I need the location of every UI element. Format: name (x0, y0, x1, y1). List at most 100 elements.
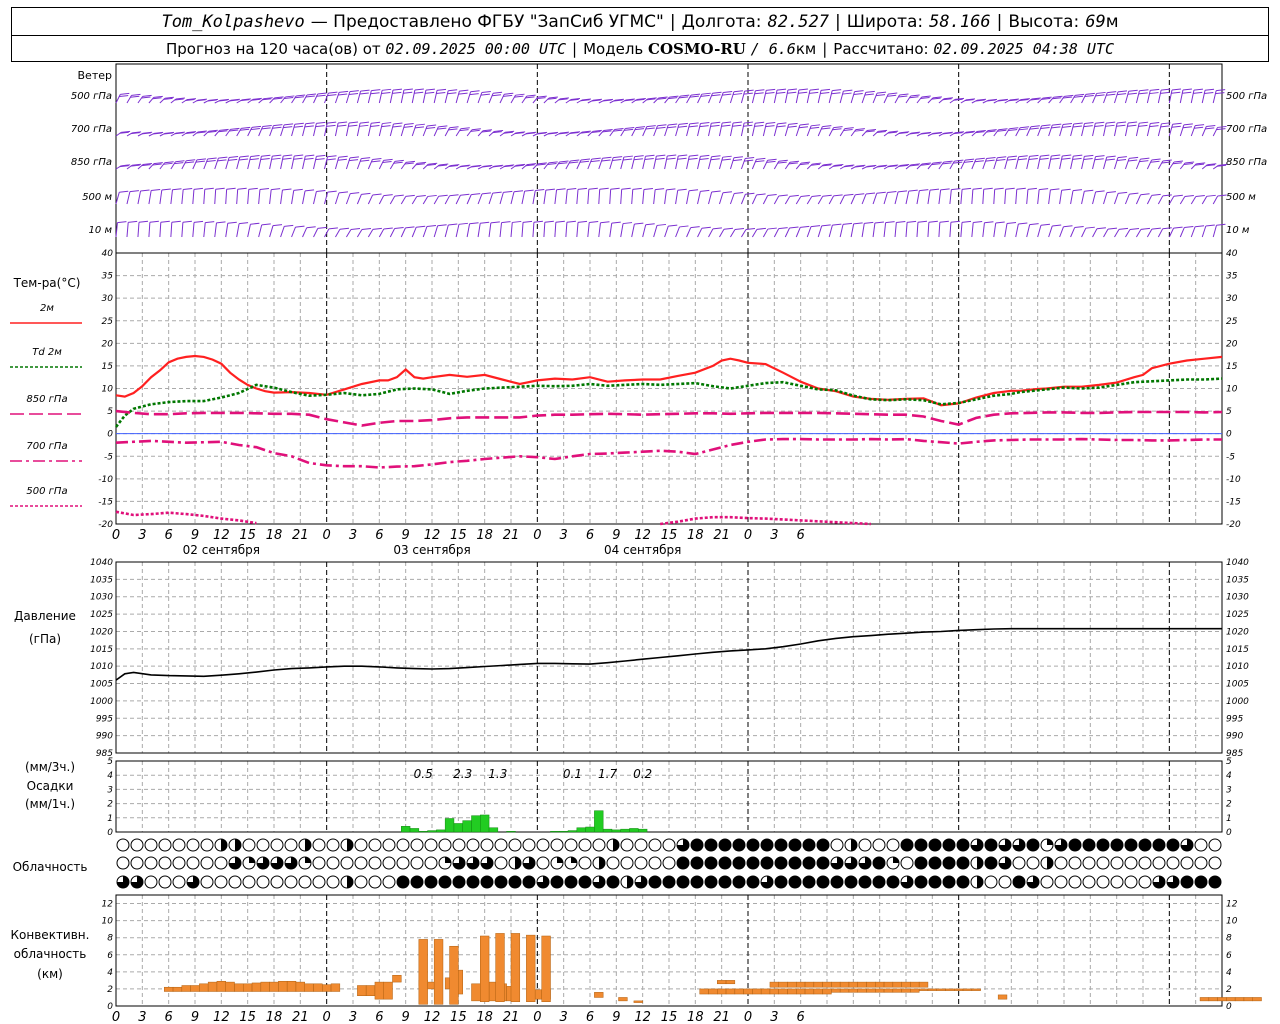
wind-barb-feather (1018, 128, 1029, 131)
cloud-cover-symbol (788, 875, 802, 889)
wind-barb-feather (1005, 187, 1015, 190)
cloud-cover-symbol (270, 838, 284, 852)
cloud-cover-symbol (1194, 838, 1208, 852)
wind-barb (334, 122, 339, 137)
cloud-cover-symbol (578, 838, 592, 852)
wind-barb (576, 189, 579, 205)
wind-barb (280, 189, 283, 205)
cloud-cover-symbol (578, 856, 592, 870)
wind-barb-feather (700, 154, 710, 157)
convective-bar (392, 975, 402, 983)
wind-barb-feather (689, 154, 699, 157)
convective-bar (848, 988, 858, 993)
wind-barb (817, 196, 824, 205)
wind-barb-feather (282, 157, 292, 160)
temperature-tick-left: 25 (102, 317, 114, 327)
wind-barb-feather (864, 93, 874, 96)
wind-barb-feather (1215, 92, 1225, 95)
convective-bar (251, 982, 262, 992)
wind-barb (762, 160, 769, 170)
wind-barb (422, 196, 429, 205)
wind-barb (1004, 223, 1008, 238)
wind-barb (1146, 159, 1153, 170)
wind-barb (642, 224, 647, 238)
wind-barb-feather (260, 157, 270, 160)
wind-barb (411, 163, 418, 170)
wind-barb (159, 222, 162, 238)
wind-barb-feather (215, 187, 225, 190)
wind-barb-feather (896, 220, 906, 223)
wind-barb-feather (305, 95, 315, 98)
wind-barb-feather (239, 222, 249, 225)
wind-barb (1004, 157, 1009, 170)
wind-barb (730, 229, 736, 238)
wind-barb-feather (426, 126, 436, 129)
wind-barb-feather (193, 220, 204, 223)
wind-barb (521, 222, 524, 238)
wind-barb-feather (1139, 160, 1149, 163)
cloud-cover-symbol (284, 838, 298, 852)
wind-barb (444, 224, 449, 238)
wind-barb-feather (853, 222, 863, 225)
cloud-cover-symbol (116, 856, 130, 870)
wind-barb (631, 189, 634, 205)
wind-barb (916, 190, 920, 205)
wind-barb-feather (425, 88, 435, 91)
cloud-cover-symbol (648, 838, 662, 852)
cloud-cover-symbol (382, 875, 396, 889)
wind-barb-feather (799, 123, 809, 126)
temperature-time-axis-tick-label: 6 (797, 528, 805, 543)
wind-barb-feather (1150, 160, 1160, 163)
alt-value: 69 (1085, 11, 1106, 32)
wind-barb-feather (1206, 194, 1216, 197)
wind-barb (675, 226, 680, 238)
precipitation-3h-label: 0.2 (633, 767, 652, 781)
convective-bar (822, 988, 832, 995)
model-resolution: / 6.6 (750, 39, 796, 58)
wind-barb (115, 94, 121, 104)
cloud-cover-symbol (494, 875, 508, 889)
wind-barb-feather (843, 89, 853, 92)
temperature-time-axis-tick-label: 3 (349, 528, 357, 543)
wind-barb-feather (261, 223, 271, 226)
wind-barb (642, 126, 648, 137)
wind-barb-feather (755, 160, 765, 163)
cloud-cover-symbol (438, 875, 452, 889)
temperature-legend-label: 2м (40, 303, 54, 314)
pressure-tick-right: 990 (1226, 732, 1243, 742)
convective-bar (383, 981, 393, 1000)
wind-barb-feather (392, 125, 402, 128)
wind-barb-feather (776, 91, 786, 94)
wind-barb (1201, 90, 1206, 104)
cloud-cover-symbol (186, 856, 200, 870)
wind-barb-feather (459, 129, 469, 132)
wind-barb-feather (645, 154, 655, 157)
cloud-cover-symbol (830, 838, 844, 852)
wind-barb (170, 189, 173, 205)
wind-barb (1190, 226, 1196, 238)
wind-barb-feather (1151, 193, 1161, 196)
wind-barb (1026, 189, 1029, 205)
temperature-tick-left: 0 (107, 430, 113, 440)
pressure-tick-right: 1035 (1226, 575, 1249, 585)
wind-barb (828, 195, 835, 205)
wind-barb-feather (624, 128, 634, 131)
wind-barb-feather (296, 94, 306, 97)
wind-barb-feather (700, 94, 710, 97)
wind-barb-feather (447, 92, 457, 95)
wind-barb-feather (1184, 194, 1194, 197)
wind-barb (148, 96, 155, 104)
wind-barb-feather (832, 89, 842, 92)
wind-barb-feather (512, 220, 522, 223)
wind-barb-feather (1127, 124, 1137, 127)
convective-time-axis-tick-label: 18 (266, 1010, 283, 1024)
cloud-cover-symbol (1194, 856, 1208, 870)
cloud-cover-symbol (746, 856, 760, 870)
wind-barb-feather (370, 92, 380, 95)
wind-barb-feather (635, 126, 646, 129)
wind-barb-feather (382, 122, 392, 125)
convective-time-axis-tick-label: 3 (560, 1010, 568, 1024)
cloud-cover-symbol (116, 838, 130, 852)
wind-barb-feather (1184, 225, 1194, 228)
wind-barb-feather (666, 188, 676, 191)
